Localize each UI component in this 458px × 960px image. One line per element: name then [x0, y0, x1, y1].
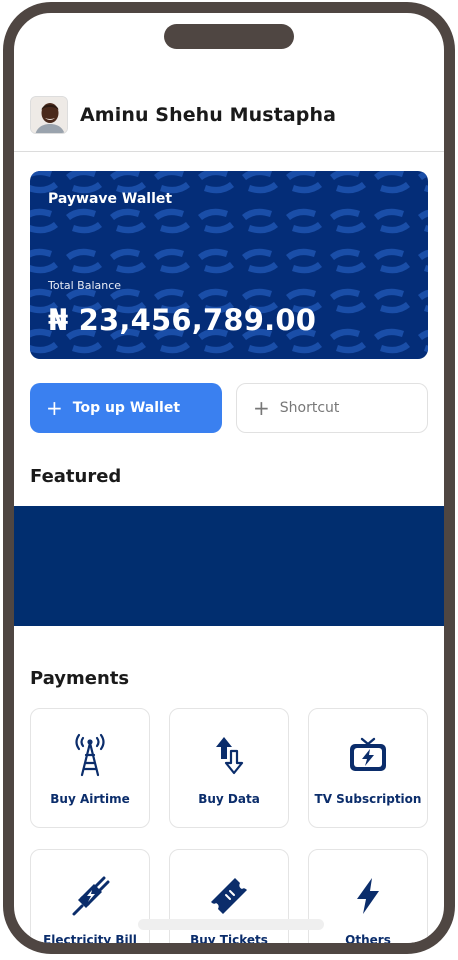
- profile-header[interactable]: Aminu Shehu Mustapha: [30, 95, 336, 135]
- payment-tile-buy-tickets[interactable]: Buy Tickets: [169, 849, 289, 947]
- payment-tile-label: Electricity Bill: [43, 933, 137, 947]
- payment-tile-label: Buy Data: [198, 792, 260, 806]
- plug-icon: [68, 874, 112, 918]
- payment-tile-buy-data[interactable]: Buy Data: [169, 708, 289, 828]
- balance-value: ₦ 23,456,789.00: [48, 303, 317, 337]
- plus-icon: +: [253, 396, 270, 420]
- payment-tile-label: Buy Tickets: [190, 933, 268, 947]
- wallet-title: Paywave Wallet: [48, 191, 173, 207]
- payment-tile-others[interactable]: Others: [308, 849, 428, 947]
- ticket-icon: [207, 874, 251, 918]
- top-up-wallet-button[interactable]: + Top up Wallet: [30, 383, 222, 433]
- payments-title: Payments: [30, 668, 130, 689]
- payment-tile-label: TV Subscription: [314, 792, 422, 806]
- data-transfer-icon: [207, 733, 251, 777]
- home-indicator[interactable]: [138, 919, 324, 930]
- tower-icon: [68, 733, 112, 777]
- tv-icon: [346, 733, 390, 777]
- payment-tile-tv-subscription[interactable]: TV Subscription: [308, 708, 428, 828]
- bolt-icon: [346, 874, 390, 918]
- payment-tile-electricity-bill[interactable]: Electricity Bill: [30, 849, 150, 947]
- shortcut-button[interactable]: + Shortcut: [236, 383, 428, 433]
- balance-label: Total Balance: [48, 279, 122, 292]
- wallet-card[interactable]: Paywave Wallet Total Balance ₦ 23,456,78…: [30, 171, 428, 359]
- header-divider: [14, 151, 444, 152]
- payment-tile-label: Others: [345, 933, 391, 947]
- top-up-wallet-label: Top up Wallet: [72, 400, 181, 416]
- user-name: Aminu Shehu Mustapha: [80, 104, 337, 126]
- plus-icon: +: [46, 396, 63, 420]
- avatar[interactable]: [30, 96, 68, 134]
- featured-banner[interactable]: [14, 506, 444, 626]
- shortcut-label: Shortcut: [279, 400, 340, 416]
- phone-notch: [164, 24, 294, 49]
- payment-tile-label: Buy Airtime: [50, 792, 130, 806]
- featured-title: Featured: [30, 466, 122, 487]
- phone-frame: Aminu Shehu Mustapha Paywave Wallet Tota…: [3, 2, 455, 954]
- payment-tile-buy-airtime[interactable]: Buy Airtime: [30, 708, 150, 828]
